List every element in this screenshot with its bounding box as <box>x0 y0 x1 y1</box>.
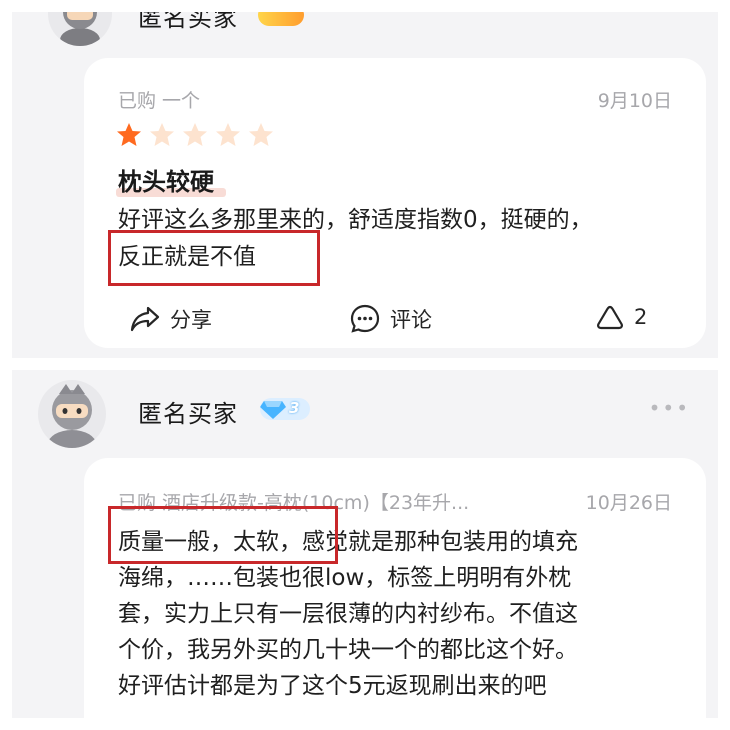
review-text-line: 海绵，……包装也很low，标签上明明有外枕 <box>118 565 572 591</box>
star-rating <box>117 123 273 146</box>
more-options-icon[interactable]: ••• <box>649 396 690 420</box>
like-button[interactable]: 2 <box>596 304 647 330</box>
comment-button[interactable]: 评论 <box>350 304 432 334</box>
like-icon <box>597 305 623 330</box>
review-text-line: 好评估计都是为了这个5元返现刷出来的吧 <box>118 673 547 699</box>
review-card: 已购 一个 9月10日 枕头较硬 好评这么多那里来的，舒适度指数0，挺硬的， 反… <box>84 58 706 348</box>
highlight-box <box>108 506 338 564</box>
comment-label: 评论 <box>390 308 432 332</box>
review-panel-2: 匿名买家 3 ••• 已购 酒店升级款-高枕(10cm)【23年升... 10月… <box>12 370 718 718</box>
review-title: 枕头较硬 <box>118 168 214 196</box>
avatar-icon <box>60 12 100 46</box>
star-icon <box>183 123 207 146</box>
star-icon <box>216 123 240 146</box>
review-text-line: 个价，我另外买的几十块一个的都比这个好。 <box>118 637 578 663</box>
review-date: 10月26日 <box>585 492 672 514</box>
review-date: 9月10日 <box>597 90 672 112</box>
review-panel-1: 匿名买家 已购 一个 9月10日 枕头较硬 好评这么多那里来的，舒适度指数0，挺… <box>12 12 718 358</box>
review-card: 已购 酒店升级款-高枕(10cm)【23年升... 10月26日 质量一般，太软… <box>84 458 706 718</box>
share-label: 分享 <box>170 308 212 332</box>
avatar[interactable] <box>48 12 112 46</box>
star-icon <box>150 123 174 146</box>
share-icon <box>130 306 160 332</box>
review-text-line: 套，实力上只有一层很薄的内衬纱布。不值这 <box>118 601 578 627</box>
like-count: 2 <box>634 305 648 329</box>
username[interactable]: 匿名买家 <box>138 394 238 429</box>
comment-icon <box>350 304 380 333</box>
star-icon <box>117 123 141 146</box>
member-level-badge: 3 <box>260 398 310 420</box>
level-number: 3 <box>289 399 300 417</box>
purchase-info: 已购 一个 <box>118 90 201 112</box>
member-badge <box>258 12 304 26</box>
highlight-box <box>108 230 320 286</box>
diamond-icon <box>260 401 286 419</box>
star-icon <box>249 123 273 146</box>
avatar[interactable] <box>38 380 106 448</box>
avatar-icon <box>48 384 96 448</box>
share-button[interactable]: 分享 <box>130 304 212 334</box>
username[interactable]: 匿名买家 <box>138 12 238 33</box>
